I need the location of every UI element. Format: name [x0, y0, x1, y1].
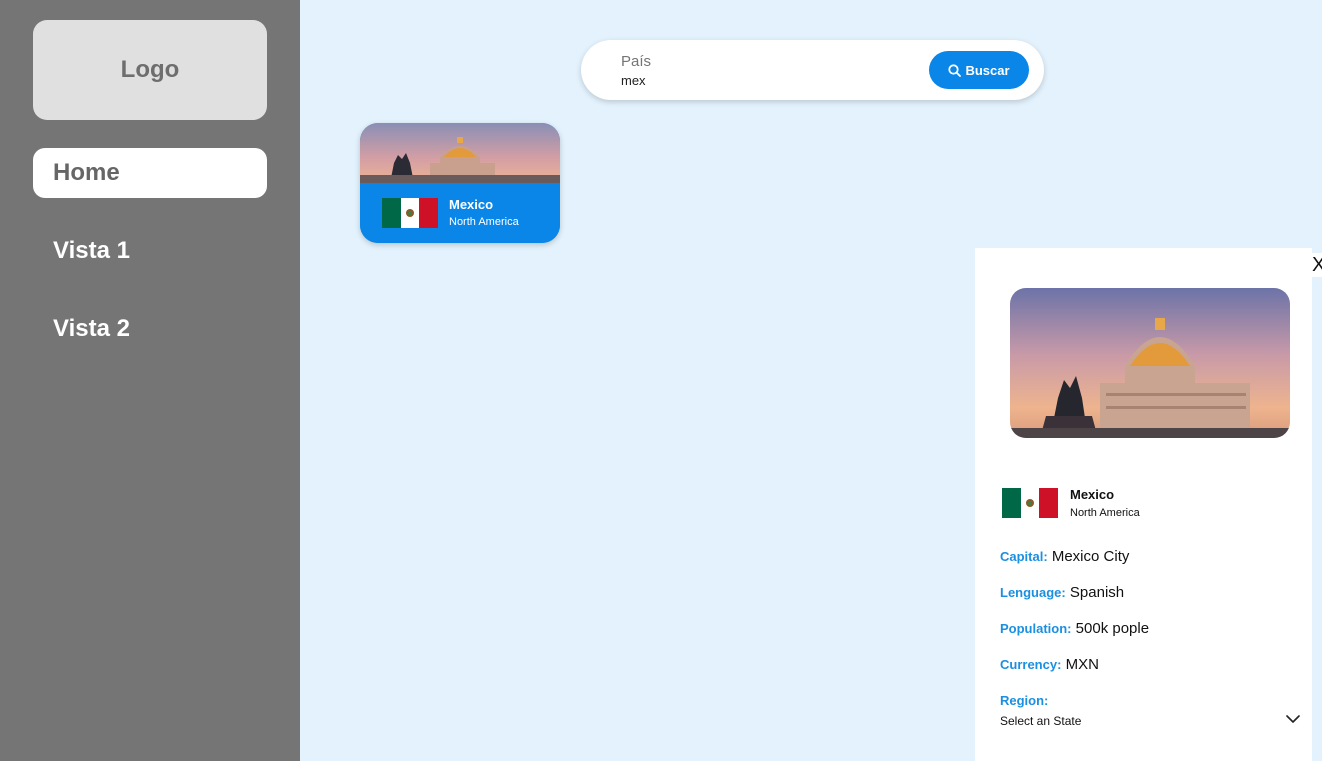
language-label: Lenguage:	[1000, 585, 1066, 600]
region-row: Region:	[1000, 692, 1048, 709]
population-label: Population:	[1000, 621, 1072, 636]
card-country-region: North America	[449, 216, 519, 228]
close-button[interactable]: X	[1312, 253, 1322, 277]
detail-country-region: North America	[1070, 507, 1140, 519]
logo: Logo	[33, 20, 267, 120]
card-info: Mexico North America	[360, 183, 560, 243]
region-label: Region:	[1000, 693, 1049, 708]
sidebar-item-home[interactable]: Home	[33, 148, 267, 198]
search-label: País	[621, 53, 652, 70]
population-row: Population: 500k pople	[1000, 620, 1149, 637]
chevron-down-icon	[1286, 715, 1300, 723]
sidebar: Logo Home Vista 1 Vista 2	[0, 0, 300, 761]
mexico-flag-icon	[382, 198, 438, 228]
region-select[interactable]: Select an State	[1000, 712, 1300, 730]
country-card[interactable]: Mexico North America	[360, 123, 560, 243]
search-button-label: Buscar	[965, 62, 1010, 78]
capital-label: Capital:	[1000, 549, 1048, 564]
language-value: Spanish	[1069, 584, 1125, 601]
search-input[interactable]	[621, 73, 911, 88]
region-select-value: Select an State	[1000, 714, 1082, 728]
card-country-name: Mexico	[449, 197, 494, 212]
search-icon	[948, 63, 962, 77]
currency-label: Currency:	[1000, 657, 1062, 672]
search-button[interactable]: Buscar	[929, 51, 1029, 89]
sidebar-item-vista-1[interactable]: Vista 1	[33, 226, 267, 276]
capital-row: Capital: Mexico City	[1000, 548, 1129, 565]
population-value: 500k pople	[1075, 620, 1150, 637]
palace-photo	[1010, 288, 1290, 438]
detail-country-name: Mexico	[1070, 487, 1115, 502]
search-bar: País Buscar	[581, 40, 1044, 100]
currency-value: MXN	[1065, 656, 1099, 673]
sidebar-item-vista-2[interactable]: Vista 2	[33, 304, 267, 354]
country-detail-panel: Mexico North America Capital: Mexico Cit…	[975, 248, 1312, 761]
detail-photo	[1010, 288, 1290, 438]
currency-row: Currency: MXN	[1000, 656, 1099, 673]
country-photo	[360, 123, 560, 183]
mexico-flag-icon	[1002, 488, 1058, 518]
language-row: Lenguage: Spanish	[1000, 584, 1124, 601]
capital-value: Mexico City	[1051, 548, 1130, 565]
